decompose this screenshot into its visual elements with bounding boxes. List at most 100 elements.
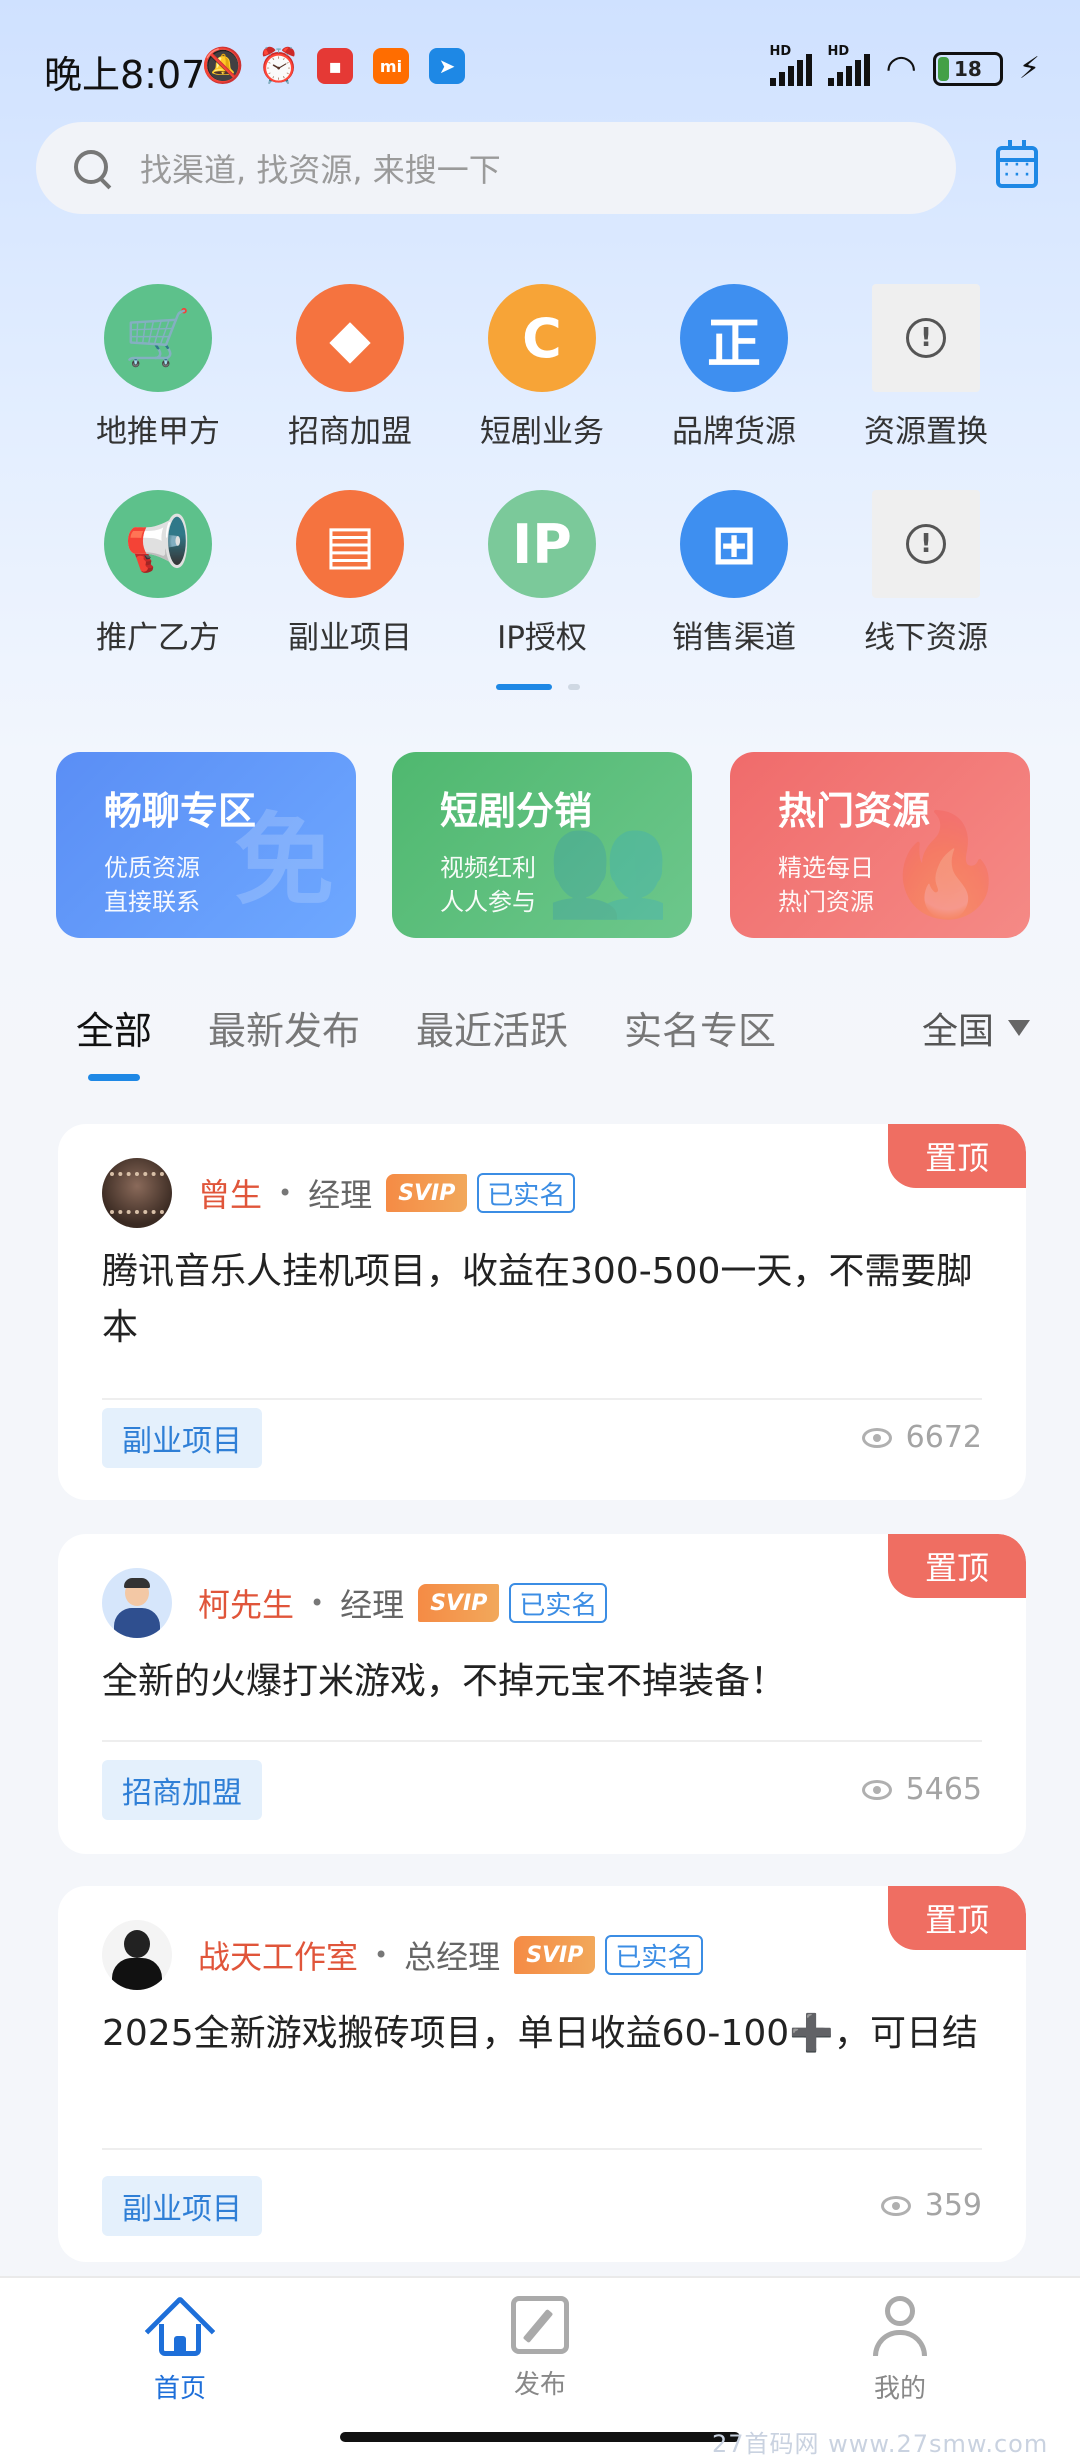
svip-badge: SVIP: [386, 1174, 468, 1212]
avatar[interactable]: [102, 1158, 172, 1228]
post-tag[interactable]: 招商加盟: [102, 1760, 262, 1820]
view-count-value: 5465: [905, 1772, 982, 1807]
nav-label: 我的: [873, 2374, 926, 2404]
category-label: 招商加盟: [288, 414, 412, 450]
status-bar: 晚上8:07 🔕 ⏰ ▪ mi ➤ HD HD ◠ 18 ⚡: [0, 0, 1080, 130]
post-card[interactable]: 置顶 柯先生 • 经理 SVIP 已实名 全新的火爆打米游戏，不掉元宝不掉装备！…: [58, 1534, 1026, 1854]
view-count-value: 6672: [905, 1420, 982, 1455]
category-label: 销售渠道: [672, 620, 796, 656]
nav-post[interactable]: 发布: [460, 2296, 620, 2401]
watermark: 27首码网 www.27smw.com: [712, 2430, 1049, 2458]
free-deco-icon: 免: [234, 802, 334, 919]
divider: [102, 2148, 982, 2150]
category-pinpaihuoyuan[interactable]: 正 品牌货源: [638, 284, 830, 466]
category-label: IP授权: [497, 620, 587, 656]
mute-bell-icon: 🔕: [201, 46, 245, 86]
region-selector[interactable]: 全国: [922, 1002, 1031, 1054]
tab-verified[interactable]: 实名专区: [624, 1000, 776, 1055]
nav-me[interactable]: 我的: [820, 2296, 980, 2405]
category-grid: 🛒 地推甲方 ◆ 招商加盟 C 短剧业务 正 品牌货源 ! 资源置换 📢 推广乙…: [62, 284, 1022, 672]
xiaomi-app-notification-icon: mi: [373, 48, 409, 84]
tab-latest[interactable]: 最新发布: [208, 1000, 360, 1055]
org-chart-icon: ⊞: [680, 490, 788, 598]
flame-deco-icon: 🔥: [883, 806, 1008, 923]
separator-dot: •: [310, 1589, 325, 1617]
page-dot-active: [496, 684, 552, 690]
avatar[interactable]: [102, 1920, 172, 1990]
author-title: 经理: [340, 1586, 405, 1624]
svip-badge: SVIP: [418, 1584, 500, 1622]
handshake-icon: ◆: [296, 284, 404, 392]
category-label: 品牌货源: [672, 414, 796, 450]
author-name[interactable]: 柯先生: [198, 1580, 294, 1626]
category-xiaoshouqudao[interactable]: ⊞ 销售渠道: [638, 490, 830, 672]
banner-remen[interactable]: 热门资源 精选每日 热门资源 🔥: [730, 752, 1030, 938]
alarm-clock-icon: ⏰: [257, 46, 301, 86]
placeholder-icon: !: [872, 284, 980, 392]
avatar[interactable]: [102, 1568, 172, 1638]
wifi-icon: ◠: [885, 48, 917, 89]
eye-icon: [861, 1427, 892, 1448]
zheng-icon: 正: [680, 284, 788, 392]
pinned-badge: 置顶: [888, 1886, 1026, 1950]
post-tag[interactable]: 副业项目: [102, 2176, 262, 2236]
pinned-badge: 置顶: [888, 1124, 1026, 1188]
category-xianxiaziyuan[interactable]: ! 线下资源: [830, 490, 1022, 672]
author-name[interactable]: 曾生: [198, 1170, 262, 1216]
author-name[interactable]: 战天工作室: [198, 1932, 358, 1978]
banner-duanju[interactable]: 短剧分销 视频红利 人人参与 👥: [392, 752, 692, 938]
user-icon: [869, 2296, 931, 2358]
status-system-icons: HD HD ◠ 18 ⚡: [769, 44, 1040, 89]
search-bar[interactable]: 找渠道, 找资源, 来搜一下: [36, 122, 956, 214]
edit-icon: [511, 2296, 569, 2354]
separator-dot: •: [374, 1941, 389, 1969]
category-dituijiafang[interactable]: 🛒 地推甲方: [62, 284, 254, 466]
post-card[interactable]: 置顶 曾生 • 经理 SVIP 已实名 腾讯音乐人挂机项目，收益在300-500…: [58, 1124, 1026, 1500]
category-label: 短剧业务: [480, 414, 604, 450]
eye-icon: [880, 2195, 911, 2216]
calendar-icon[interactable]: [996, 140, 1038, 188]
tab-active[interactable]: 最近活跃: [416, 1000, 568, 1055]
post-text: 2025全新游戏搬砖项目，单日收益60-100➕，可日结: [102, 2013, 978, 2054]
post-author-row: 曾生 • 经理 SVIP 已实名: [102, 1158, 576, 1228]
banner-changliao[interactable]: 畅聊专区 优质资源 直接联系 免: [56, 752, 356, 938]
nav-home[interactable]: 首页: [100, 2295, 260, 2405]
post-card[interactable]: 置顶 战天工作室 • 总经理 SVIP 已实名 2025全新游戏搬砖项目，单日收…: [58, 1886, 1026, 2262]
category-zhaoshangjiameng[interactable]: ◆ 招商加盟: [254, 284, 446, 466]
post-tag[interactable]: 副业项目: [102, 1408, 262, 1468]
dropdown-triangle-icon: [1008, 1020, 1031, 1036]
view-count: 359: [880, 2188, 982, 2223]
verified-badge: 已实名: [605, 1935, 704, 1975]
signal-2-icon: HD: [827, 44, 870, 86]
status-notification-icons: 🔕 ⏰ ▪ mi ➤: [201, 46, 465, 86]
divider: [102, 1398, 982, 1400]
battery-level: 18: [954, 56, 982, 81]
verified-badge: 已实名: [509, 1583, 608, 1623]
ip-icon: IP: [488, 490, 596, 598]
category-label: 副业项目: [288, 620, 412, 656]
clipboard-icon: ▤: [296, 490, 404, 598]
category-duanjuyewu[interactable]: C 短剧业务: [446, 284, 638, 466]
cart-icon: 🛒: [104, 284, 212, 392]
category-tuiguangyifang[interactable]: 📢 推广乙方: [62, 490, 254, 672]
megaphone-icon: 📢: [104, 490, 212, 598]
category-fuyexiangmu[interactable]: ▤ 副业项目: [254, 490, 446, 672]
pinned-badge: 置顶: [888, 1534, 1026, 1598]
home-indicator[interactable]: [340, 2432, 740, 2442]
nav-label: 首页: [153, 2374, 206, 2404]
tab-all[interactable]: 全部: [76, 1000, 152, 1081]
category-label: 推广乙方: [96, 620, 220, 656]
hd-label: HD: [827, 43, 850, 59]
battery-icon: 18: [932, 51, 1003, 86]
category-label: 地推甲方: [96, 414, 220, 450]
blue-app-notification-icon: ➤: [429, 48, 465, 84]
status-time: 晚上8:07: [44, 53, 206, 97]
view-count: 6672: [861, 1420, 982, 1455]
category-ziyuanzhihuan[interactable]: ! 资源置换: [830, 284, 1022, 466]
category-page-indicator[interactable]: [496, 684, 580, 690]
category-label: 线下资源: [864, 620, 988, 656]
signal-1-icon: HD: [769, 44, 812, 86]
category-ipshouquan[interactable]: IP IP授权: [446, 490, 638, 672]
search-input[interactable]: 找渠道, 找资源, 来搜一下: [140, 145, 501, 191]
nav-label: 发布: [513, 2370, 566, 2400]
